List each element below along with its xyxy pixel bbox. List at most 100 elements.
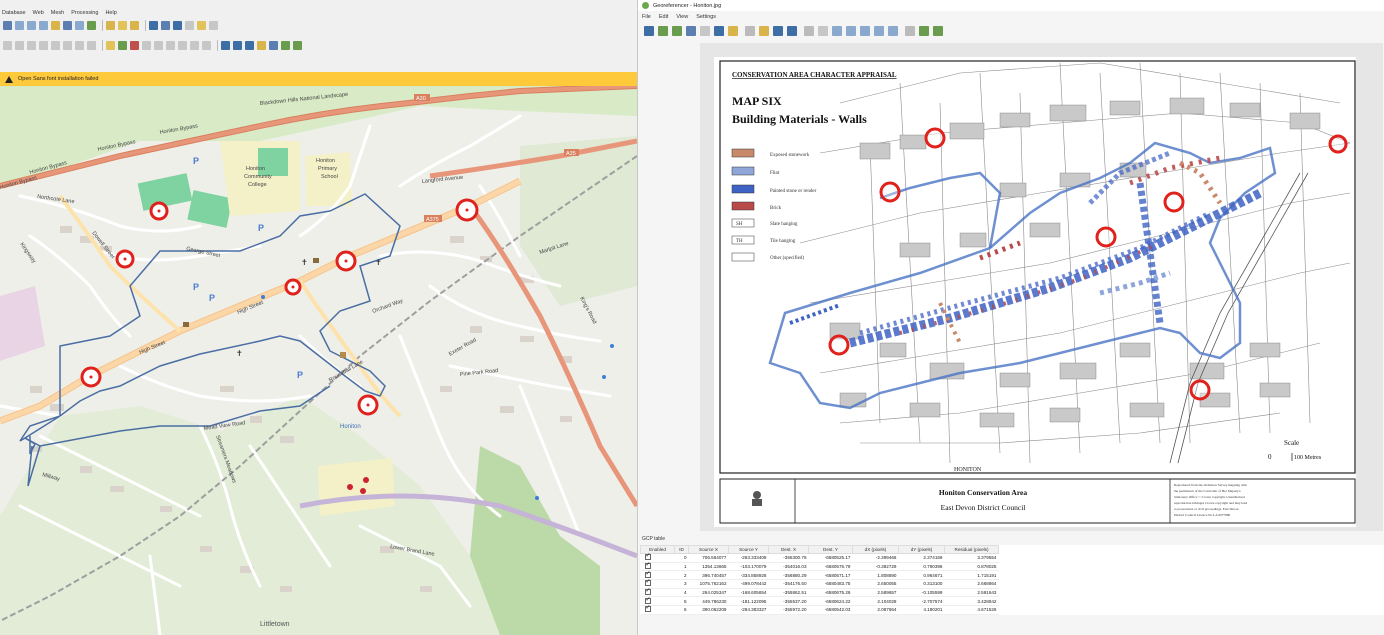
menu-mesh[interactable]: Mesh — [51, 10, 64, 16]
transformation-settings-icon[interactable] — [728, 26, 738, 36]
start-georeferencing-icon[interactable] — [658, 26, 668, 36]
pan-icon[interactable] — [818, 26, 828, 36]
source-x[interactable]: 264.025347 — [688, 588, 729, 598]
save-edits-icon[interactable] — [27, 41, 36, 50]
zoom-layer-icon[interactable] — [860, 26, 870, 36]
node-tool-icon[interactable] — [63, 41, 72, 50]
diagram-icon[interactable] — [178, 41, 187, 50]
source-y[interactable]: -263.333408 — [728, 553, 769, 563]
col-source-x[interactable]: Source X — [688, 545, 729, 554]
select-by-expression-icon[interactable] — [130, 21, 139, 30]
gcp-marker[interactable] — [924, 127, 946, 149]
source-x[interactable]: 449.786230 — [688, 596, 729, 607]
measure-icon[interactable] — [185, 21, 194, 30]
gcp-row[interactable]: 5 449.786230 -181.122095 -355537.20 -658… — [640, 596, 1384, 607]
toggle-edit-icon[interactable] — [15, 41, 24, 50]
open-raster-icon[interactable] — [644, 26, 654, 36]
play-icon[interactable] — [672, 26, 682, 36]
col-dx[interactable]: dX (pixels) — [852, 545, 899, 554]
dest-y[interactable]: -6580483.75 — [808, 579, 853, 589]
zoom-out-icon[interactable] — [39, 21, 48, 30]
map-canvas[interactable]: P P P P P ✝ ✝ ✝ A30 A35 A375 Honiton Byp… — [0, 86, 637, 635]
statistics-icon[interactable] — [173, 21, 182, 30]
gcp-row[interactable]: 3 1075.762162 -499.078442 -354176.50 -65… — [640, 578, 1384, 589]
dest-y[interactable]: -6580675.26 — [808, 588, 853, 598]
source-x[interactable]: 396.740457 — [688, 570, 729, 581]
dest-y[interactable]: -6580576.79 — [808, 562, 853, 572]
move-label-icon[interactable] — [142, 41, 151, 50]
source-x[interactable]: 1075.762162 — [688, 579, 729, 589]
georeferencer-icon[interactable] — [281, 41, 290, 50]
add-vector-icon[interactable] — [221, 41, 230, 50]
load-gcp-icon[interactable] — [700, 26, 710, 36]
enabled-checkbox[interactable] — [640, 604, 675, 615]
generate-script-icon[interactable] — [686, 26, 696, 36]
rotate-label-icon[interactable] — [154, 41, 163, 50]
gcp-marker[interactable] — [1328, 134, 1348, 154]
zoom-selection-icon[interactable] — [75, 21, 84, 30]
zoom-full-icon[interactable] — [51, 21, 60, 30]
zoom-last-icon[interactable] — [874, 26, 884, 36]
identify-icon[interactable] — [149, 21, 158, 30]
dest-y[interactable]: -6580571.17 — [808, 570, 853, 581]
col-residual[interactable]: Residual (pixels) — [944, 545, 999, 554]
dest-x[interactable]: -355862.51 — [768, 588, 809, 598]
select-features-icon[interactable] — [106, 21, 115, 30]
dest-y[interactable]: -6580542.03 — [808, 605, 853, 615]
dest-x[interactable]: -354176.50 — [768, 579, 809, 589]
change-label-icon[interactable] — [166, 41, 175, 50]
add-feature-icon[interactable] — [39, 41, 48, 50]
menu-edit[interactable]: Edit — [659, 14, 668, 20]
move-gcp-icon[interactable] — [787, 26, 797, 36]
zoom-next-icon[interactable] — [888, 26, 898, 36]
add-point-icon[interactable] — [759, 26, 769, 36]
col-dest-y[interactable]: Dest. Y — [808, 545, 853, 554]
dest-y[interactable]: -6580525.17 — [808, 553, 853, 563]
move-feature-icon[interactable] — [51, 41, 60, 50]
menu-web[interactable]: Web — [33, 10, 44, 16]
redo-icon[interactable] — [87, 41, 96, 50]
dest-x[interactable]: -355300.76 — [768, 553, 809, 563]
gcp-row[interactable]: 0 706.564077 -263.333408 -355300.76 -658… — [640, 552, 1384, 563]
dest-y[interactable]: -6580624.22 — [808, 596, 853, 607]
menu-view[interactable]: View — [676, 14, 688, 20]
dest-x[interactable]: -356880.29 — [768, 570, 809, 581]
map-tips-icon[interactable] — [197, 21, 206, 30]
label-icon[interactable] — [106, 41, 115, 50]
gcp-row[interactable]: 1 1354.13665 -103.170079 -354016.03 -658… — [640, 561, 1384, 572]
gcp-marker[interactable] — [1095, 226, 1117, 248]
delete-point-icon[interactable] — [773, 26, 783, 36]
menu-file[interactable]: File — [642, 14, 651, 20]
menu-database[interactable]: Database — [2, 10, 26, 16]
source-y[interactable]: -103.170079 — [728, 562, 769, 572]
show-label-icon[interactable] — [130, 41, 139, 50]
dest-x[interactable]: -355972.20 — [768, 605, 809, 615]
annotation-icon[interactable] — [209, 21, 218, 30]
check-icon[interactable] — [293, 41, 302, 50]
gcp-marker[interactable] — [828, 334, 850, 356]
menu-help[interactable]: Help — [105, 10, 116, 16]
menu-settings[interactable]: Settings — [696, 14, 716, 20]
zoom-layer-icon[interactable] — [63, 21, 72, 30]
label-tool-icon[interactable] — [190, 41, 199, 50]
link-qgis-icon[interactable] — [933, 26, 943, 36]
attribute-table-icon[interactable] — [161, 21, 170, 30]
add-wms-icon[interactable] — [245, 41, 254, 50]
zoom-in-icon[interactable] — [27, 21, 36, 30]
zoom-in-icon[interactable] — [832, 26, 842, 36]
save-gcp-icon[interactable] — [714, 26, 724, 36]
plugin-icon[interactable] — [269, 41, 278, 50]
digitize-icon[interactable] — [3, 41, 12, 50]
source-y[interactable]: -284.383327 — [728, 605, 769, 615]
label-tool-icon[interactable] — [202, 41, 211, 50]
pin-label-icon[interactable] — [118, 41, 127, 50]
python-icon[interactable] — [257, 41, 266, 50]
source-y[interactable]: -334.858928 — [728, 570, 769, 581]
source-x[interactable]: 1354.13665 — [688, 562, 729, 572]
dest-x[interactable]: -355537.20 — [768, 596, 809, 607]
dest-x[interactable]: -354016.03 — [768, 562, 809, 572]
source-x[interactable]: 706.564077 — [688, 553, 729, 563]
col-dy[interactable]: dY (pixels) — [898, 545, 945, 554]
pan-icon[interactable] — [15, 21, 24, 30]
link-georef-icon[interactable] — [919, 26, 929, 36]
